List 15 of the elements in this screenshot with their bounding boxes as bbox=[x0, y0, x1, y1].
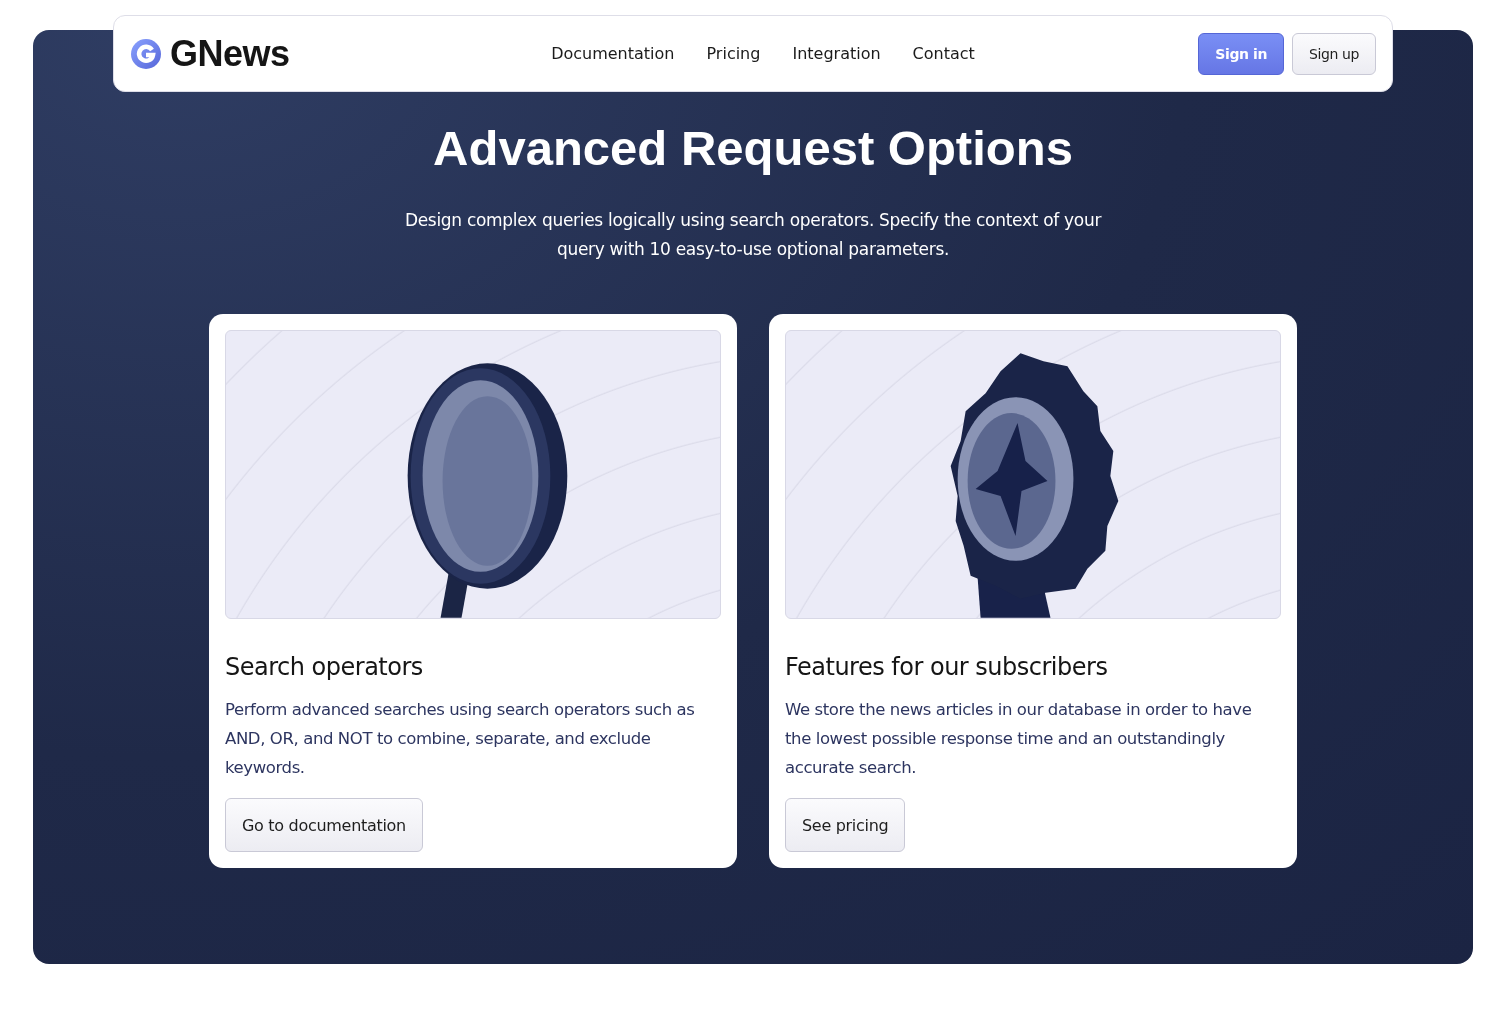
hero-title: Advanced Request Options bbox=[433, 120, 1073, 176]
nav-link[interactable]: Pricing bbox=[706, 44, 761, 63]
card-title: Search operators bbox=[225, 653, 424, 681]
nav-link[interactable]: Contact bbox=[912, 44, 975, 63]
card-text: We store the news articles in our database in order to have the lowest possible response time and an outstandingly accurate search. bbox=[785, 699, 1253, 779]
card-button[interactable]: Go to documentation bbox=[225, 798, 423, 852]
card-button[interactable]: See pricing bbox=[785, 798, 906, 852]
nav-link[interactable]: Integration bbox=[792, 44, 881, 63]
brand-name[interactable]: GNews bbox=[170, 32, 290, 75]
card-title: Features for our subscribers bbox=[785, 653, 1109, 681]
hero-subtitle: Design complex queries logically using search operators. Specify the context of your query with 10 easy-to-use optional parameters. bbox=[403, 209, 1103, 261]
sign-up-button[interactable]: Sign up bbox=[1292, 32, 1376, 75]
nav-link[interactable]: Documentation bbox=[551, 44, 675, 63]
logo-icon bbox=[130, 37, 162, 70]
card-text: Perform advanced searches using search operators such as AND, OR, and NOT to combine, separate, and exclude keywords. bbox=[225, 699, 696, 779]
